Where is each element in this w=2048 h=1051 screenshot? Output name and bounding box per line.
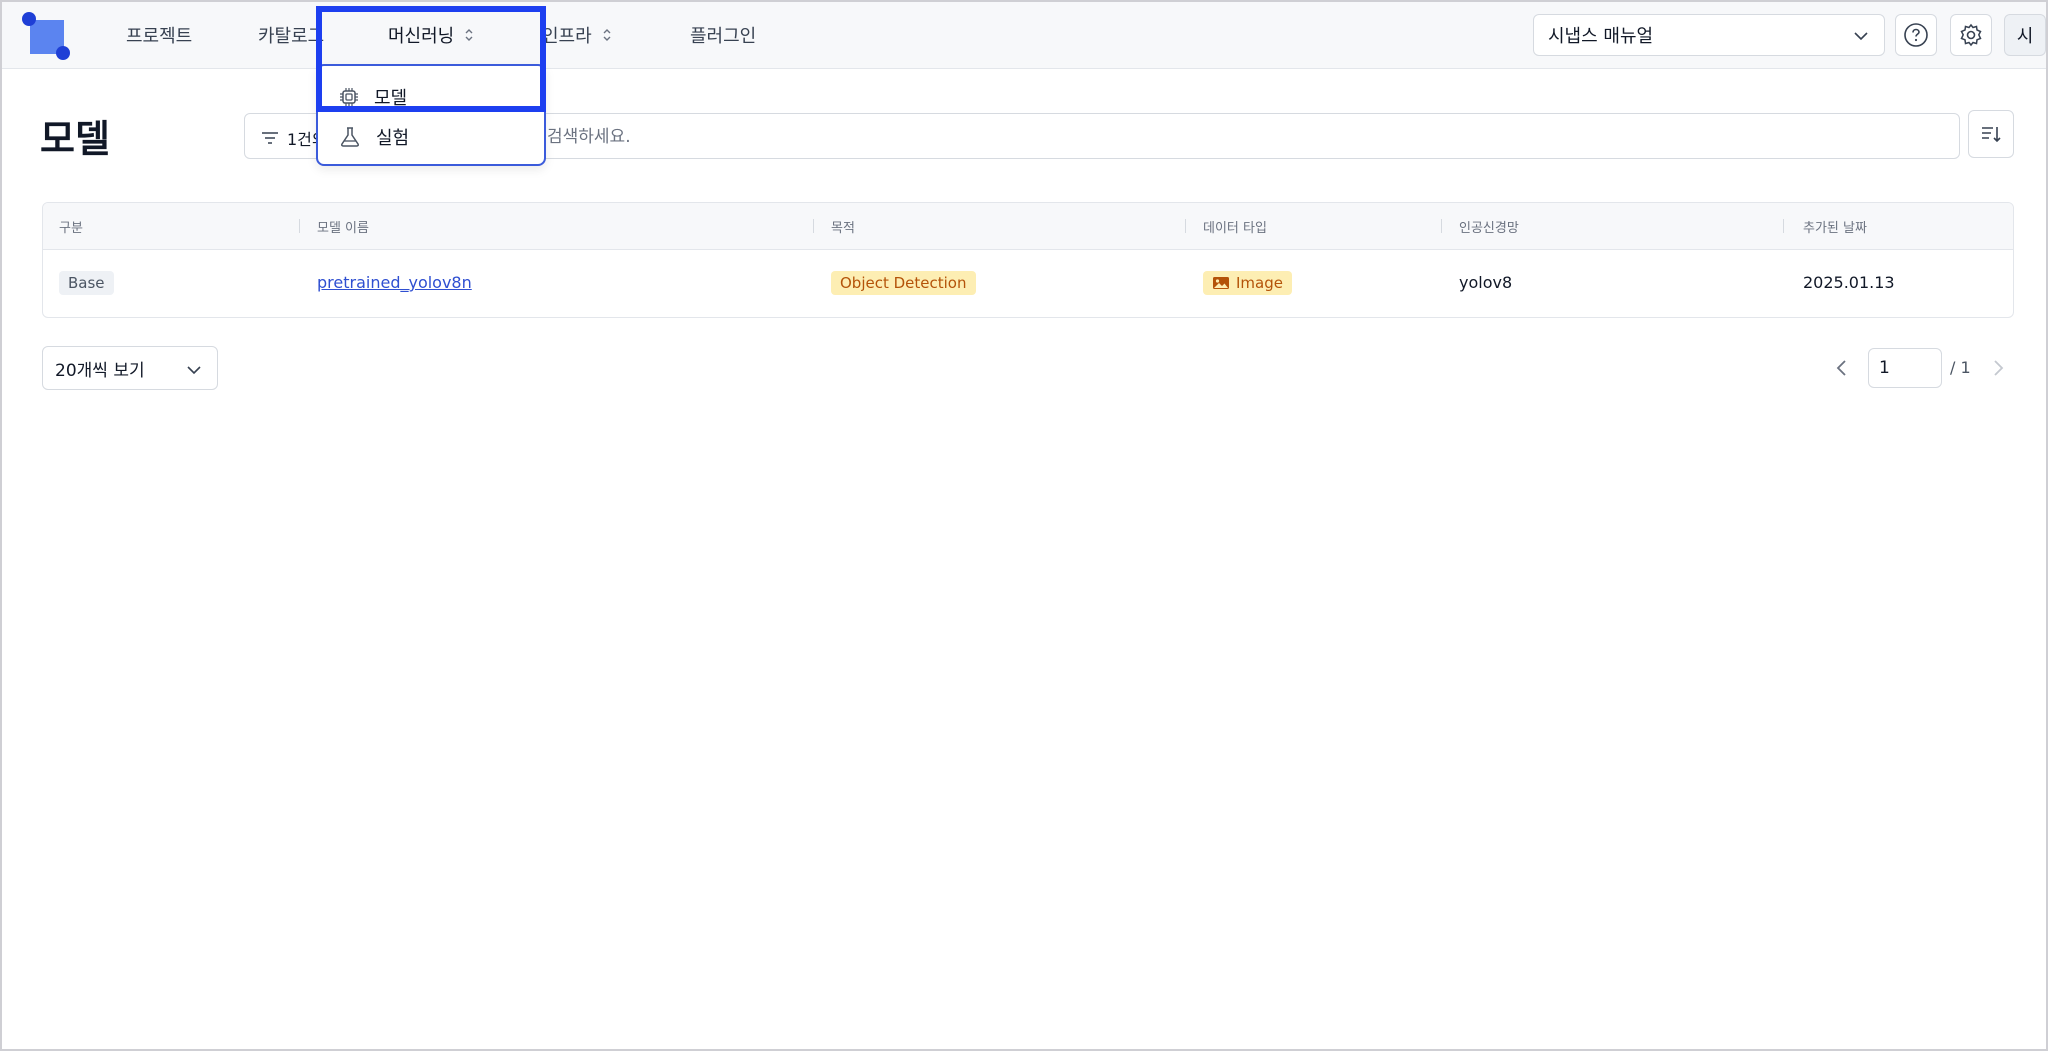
column-header-date-added[interactable]: 추가된 날짜: [1803, 217, 1867, 236]
gear-icon: [1960, 23, 1982, 47]
settings-button[interactable]: [1950, 14, 1992, 56]
dropdown-item-experiment[interactable]: 실험: [318, 118, 544, 156]
sort-button[interactable]: [1968, 110, 2014, 158]
category-badge: Base: [59, 271, 114, 295]
column-header-model-name[interactable]: 모델 이름: [317, 217, 369, 236]
search-input[interactable]: [545, 120, 1929, 154]
help-icon: [1904, 23, 1928, 47]
purpose-badge: Object Detection: [831, 271, 976, 295]
user-avatar-button[interactable]: 시: [2004, 14, 2046, 56]
page-size-select[interactable]: 20개씩 보기: [42, 346, 218, 390]
flask-icon: [340, 127, 360, 147]
help-button[interactable]: [1895, 14, 1937, 56]
logo[interactable]: [22, 12, 74, 60]
highlight-box: [316, 6, 546, 112]
column-header-network[interactable]: 인공신경망: [1459, 217, 1519, 236]
page-number-input[interactable]: [1868, 348, 1942, 388]
manual-select[interactable]: 시냅스 매뉴얼: [1533, 14, 1885, 56]
model-name-link[interactable]: pretrained_yolov8n: [317, 273, 472, 292]
column-header-data-type[interactable]: 데이터 타입: [1203, 217, 1267, 236]
page-total: / 1: [1950, 358, 1971, 377]
nav-item-projects[interactable]: 프로젝트: [126, 22, 192, 48]
previous-page-icon[interactable]: [1832, 356, 1852, 380]
data-type-badge: Image: [1203, 271, 1292, 295]
next-page-icon[interactable]: [1988, 356, 2008, 380]
nav-item-plugins[interactable]: 플러그인: [690, 22, 756, 48]
top-navigation-bar: 프로젝트 카탈로그 머신러닝 인프라 플러그인 시냅스 매뉴얼 시: [2, 2, 2046, 69]
chevron-down-icon: [187, 366, 201, 375]
date-added-cell: 2025.01.13: [1803, 273, 1895, 292]
page-title: 모델: [40, 117, 110, 161]
image-icon: [1213, 277, 1229, 289]
filter-icon: [262, 132, 278, 144]
nav-item-catalog[interactable]: 카탈로그: [258, 22, 324, 48]
sort-icon: [1982, 127, 2001, 143]
column-header-purpose[interactable]: 목적: [831, 217, 855, 236]
network-cell: yolov8: [1459, 273, 1513, 292]
table-header: 구분 모델 이름 목적 데이터 타입 인공신경망 추가된 날짜: [43, 203, 2013, 250]
chevron-down-icon: [1854, 32, 1868, 41]
nav-item-infra[interactable]: 인프라: [542, 22, 614, 48]
chevron-up-down-icon: [603, 29, 611, 41]
models-table: 구분 모델 이름 목적 데이터 타입 인공신경망 추가된 날짜 Base pre…: [42, 202, 2014, 318]
column-header-category[interactable]: 구분: [59, 217, 83, 236]
